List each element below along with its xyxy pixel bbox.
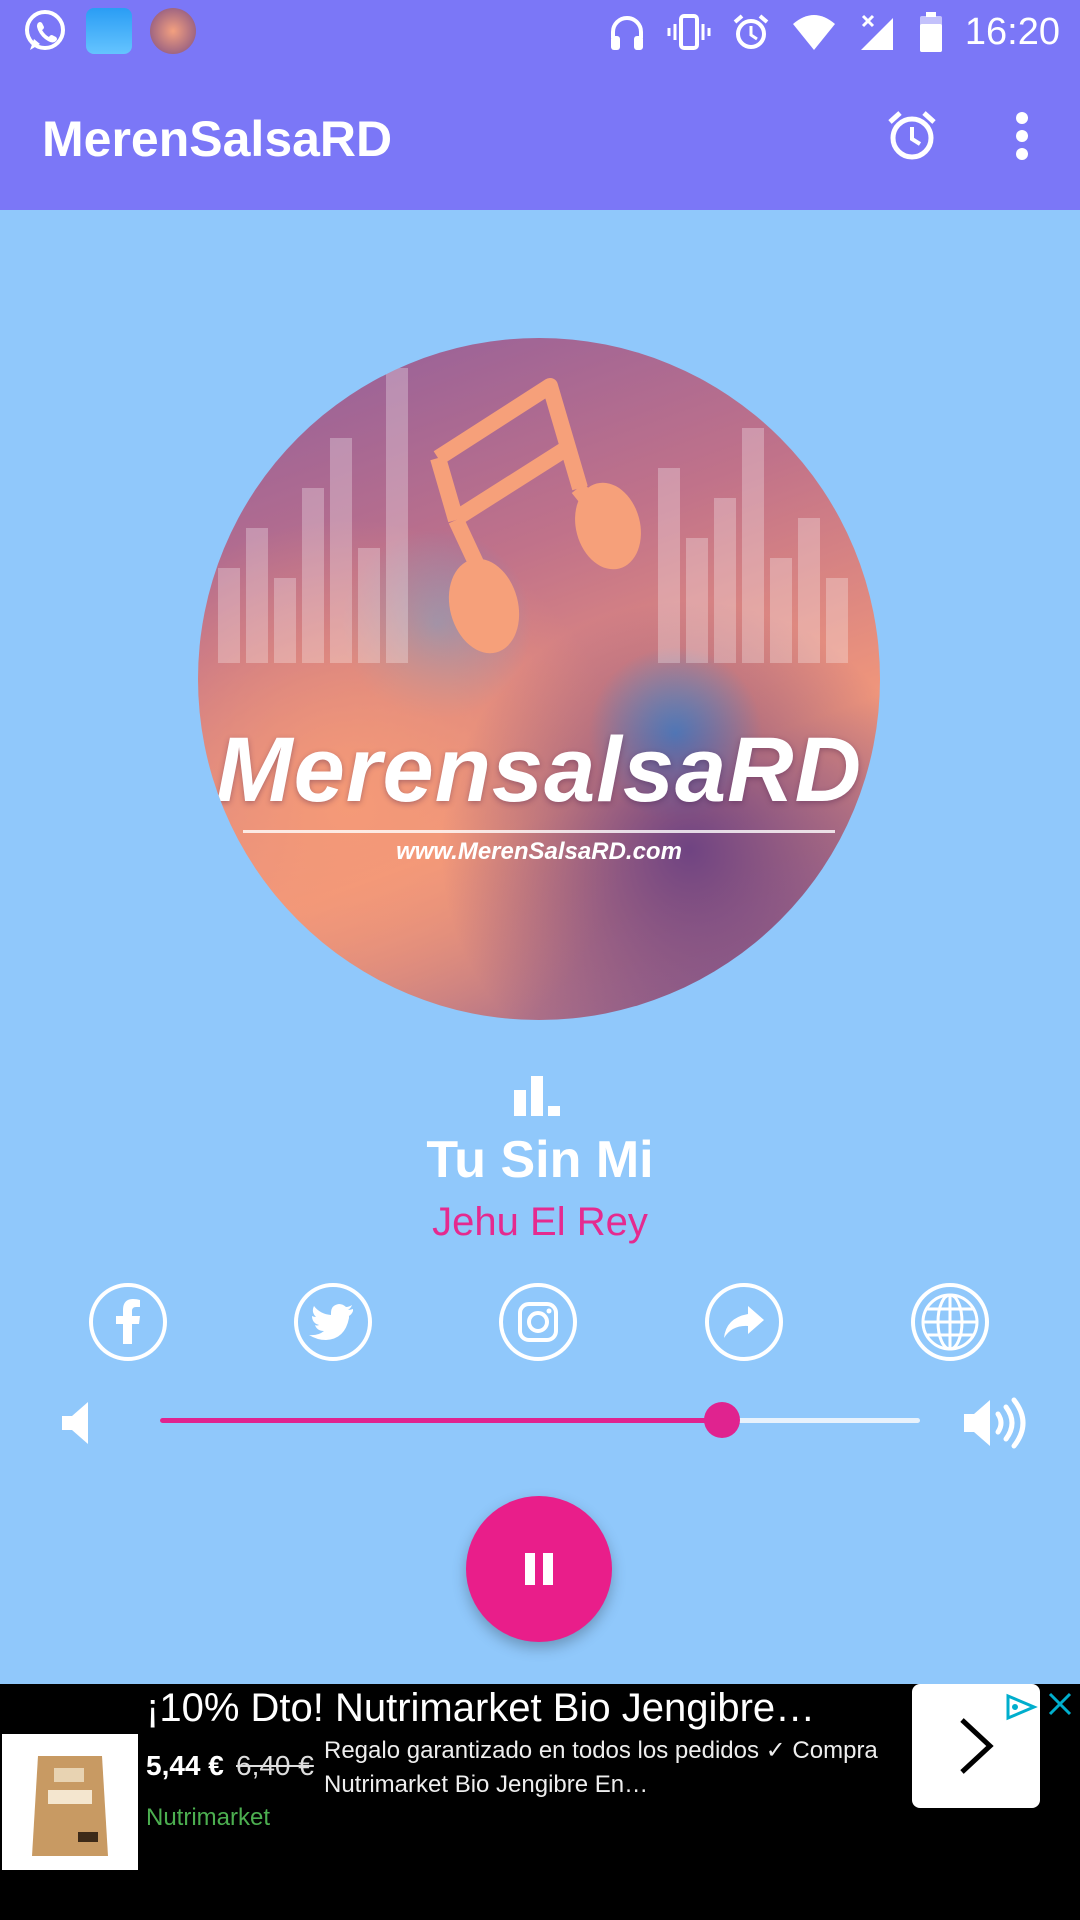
merensalsard-app-icon <box>150 8 196 54</box>
ad-close-icon[interactable] <box>1044 1688 1076 1720</box>
signal-icon <box>860 14 893 50</box>
facebook-icon <box>89 1283 167 1361</box>
instagram-button[interactable] <box>498 1282 578 1362</box>
app-bar: MerenSalsaRD <box>0 64 1080 210</box>
share-icon <box>705 1283 783 1361</box>
alarm-clock-icon <box>888 111 936 160</box>
website-button[interactable] <box>910 1282 990 1362</box>
ad-price: 5,44 € <box>146 1750 224 1781</box>
clock: 16:20 <box>964 10 1060 53</box>
artwork-logo-text: MerensalsaRD <box>215 719 863 821</box>
ad-old-price: 6,40 € <box>236 1750 314 1781</box>
equalizer-icon <box>514 1076 560 1116</box>
instagram-icon <box>499 1283 577 1361</box>
ad-title[interactable]: ¡10% Dto! Nutrimarket Bio Jengibre… <box>146 1686 815 1731</box>
music-note-graphic <box>430 378 588 523</box>
volume-low-icon[interactable] <box>60 1400 90 1446</box>
alarm-icon <box>733 14 769 49</box>
notification-icons <box>22 8 196 54</box>
station-artwork: MerensalsaRD www.MerenSalsaRD.com <box>198 338 880 1020</box>
weather-app-icon <box>86 8 132 54</box>
adchoices-icon[interactable] <box>1004 1692 1038 1722</box>
artwork-url-text: www.MerenSalsaRD.com <box>396 838 682 865</box>
pause-icon <box>525 1553 553 1585</box>
volume-slider-fill <box>160 1418 723 1423</box>
track-title: Tu Sin Mi <box>426 1131 654 1189</box>
status-bar: 16:20 <box>0 0 1080 64</box>
headphones-icon <box>610 16 643 50</box>
share-button[interactable] <box>704 1282 784 1362</box>
wifi-icon <box>792 15 835 50</box>
ad-brand[interactable]: Nutrimarket <box>146 1804 270 1832</box>
ad-product-image[interactable] <box>2 1734 138 1870</box>
battery-icon <box>919 12 942 52</box>
equalizer-bars-graphic <box>218 368 848 663</box>
overflow-menu-button[interactable] <box>990 104 1054 168</box>
chevron-right-icon <box>960 1718 994 1774</box>
volume-high-icon[interactable] <box>962 1396 1026 1450</box>
facebook-button[interactable] <box>88 1282 168 1362</box>
volume-slider[interactable] <box>160 1402 920 1438</box>
volume-slider-thumb[interactable] <box>704 1402 741 1438</box>
product-bag-graphic <box>32 1756 108 1856</box>
system-icons: 16:20 <box>607 6 1060 58</box>
more-vert-icon <box>1016 112 1028 160</box>
app-title: MerenSalsaRD <box>42 111 393 167</box>
website-globe-icon <box>911 1283 989 1361</box>
ad-description: Regalo garantizado en todos los pedidos … <box>324 1737 878 1798</box>
vibrate-icon <box>667 14 711 50</box>
twitter-icon <box>294 1283 372 1361</box>
sleep-timer-button[interactable] <box>880 104 944 168</box>
track-artist: Jehu El Rey <box>432 1200 648 1244</box>
artwork-divider <box>243 830 835 833</box>
ad-banner[interactable]: ¡10% Dto! Nutrimarket Bio Jengibre… 5,44… <box>0 1684 1080 1920</box>
play-pause-button[interactable] <box>466 1496 612 1642</box>
twitter-button[interactable] <box>293 1282 373 1362</box>
whatsapp-icon <box>25 10 65 50</box>
